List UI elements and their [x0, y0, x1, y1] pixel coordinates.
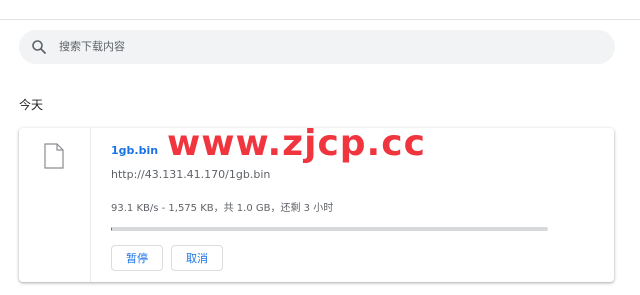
file-icon — [44, 143, 64, 169]
top-strip — [0, 0, 640, 20]
progress-bar — [111, 227, 548, 231]
file-name-link[interactable]: 1gb.bin — [111, 144, 158, 157]
pause-button[interactable]: 暂停 — [111, 245, 163, 271]
section-date-label: 今天 — [19, 98, 44, 112]
search-input[interactable]: 搜索下载内容 — [59, 30, 125, 64]
search-bar[interactable]: 搜索下载内容 — [19, 30, 615, 64]
search-icon — [31, 39, 47, 55]
progress-fill — [111, 227, 112, 231]
file-url: http://43.131.41.170/1gb.bin — [111, 168, 271, 181]
cancel-button[interactable]: 取消 — [171, 245, 223, 271]
download-status: 93.1 KB/s - 1,575 KB，共 1.0 GB，还剩 3 小时 — [111, 203, 334, 214]
card-divider — [90, 128, 91, 282]
watermark: www.zjcp.cc — [167, 123, 426, 164]
